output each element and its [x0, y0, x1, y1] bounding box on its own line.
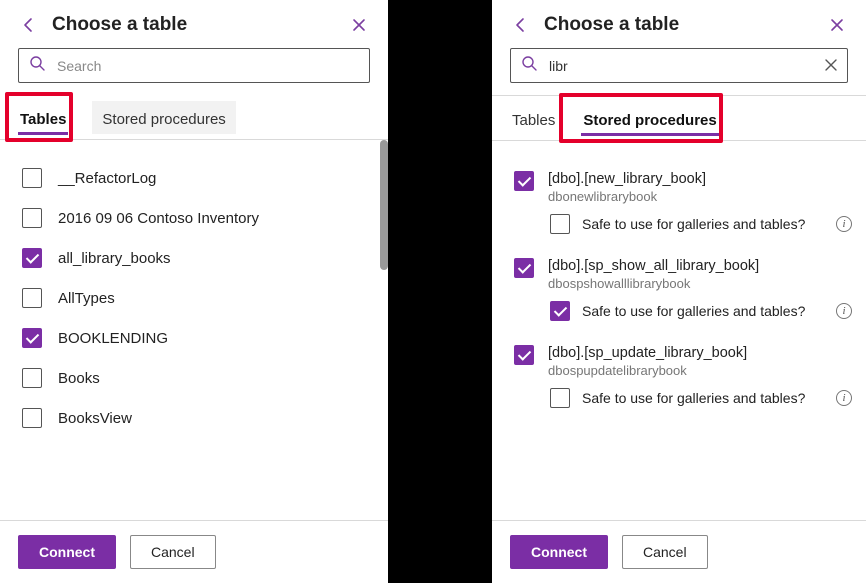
clear-search-icon[interactable]	[825, 58, 837, 74]
tab-tables[interactable]: Tables	[18, 101, 68, 134]
checkbox[interactable]	[22, 288, 42, 308]
safe-label: Safe to use for galleries and tables?	[582, 216, 824, 232]
procedure-name: [dbo].[sp_show_all_library_book]	[548, 258, 759, 274]
checkbox[interactable]	[22, 408, 42, 428]
checkbox[interactable]	[514, 258, 534, 278]
table-row[interactable]: Books	[18, 358, 378, 398]
close-button[interactable]	[348, 14, 370, 36]
table-label: BooksView	[58, 410, 132, 427]
procedure-subtext: dbospshowalllibrarybook	[548, 276, 759, 291]
connect-button[interactable]: Connect	[510, 535, 608, 569]
checkbox[interactable]	[22, 328, 42, 348]
safe-checkbox[interactable]	[550, 388, 570, 408]
info-icon[interactable]: i	[836, 303, 852, 319]
table-label: 2016 09 06 Contoso Inventory	[58, 210, 259, 227]
procedures-list: [dbo].[new_library_book] dbonewlibraryboo…	[492, 141, 866, 520]
back-button[interactable]	[510, 14, 532, 36]
tabs: Tables Stored procedures	[492, 96, 866, 140]
panel-right: Choose a table Tables Stored procedures …	[492, 0, 866, 583]
cancel-button[interactable]: Cancel	[130, 535, 216, 569]
checkbox[interactable]	[514, 345, 534, 365]
tabs: Tables Stored procedures	[0, 95, 388, 139]
procedure-item: [dbo].[sp_update_library_book] dbospupdat…	[510, 337, 856, 424]
search-box[interactable]	[18, 48, 370, 83]
close-button[interactable]	[826, 14, 848, 36]
procedure-header[interactable]: [dbo].[new_library_book] dbonewlibraryboo…	[510, 163, 856, 208]
back-button[interactable]	[18, 14, 40, 36]
tab-procedures[interactable]: Stored procedures	[581, 102, 718, 135]
connect-button[interactable]: Connect	[18, 535, 116, 569]
table-label: all_library_books	[58, 250, 171, 267]
checkbox[interactable]	[22, 248, 42, 268]
procedure-subtext: dbonewlibrarybook	[548, 189, 706, 204]
procedure-header[interactable]: [dbo].[sp_show_all_library_book] dbospsho…	[510, 250, 856, 295]
procedure-item: [dbo].[new_library_book] dbonewlibraryboo…	[510, 163, 856, 250]
procedure-name: [dbo].[sp_update_library_book]	[548, 345, 747, 361]
table-row[interactable]: AllTypes	[18, 278, 378, 318]
header: Choose a table	[492, 0, 866, 44]
scrollbar-thumb[interactable]	[380, 140, 388, 270]
footer: Connect Cancel	[492, 520, 866, 583]
search-input[interactable]	[547, 57, 815, 75]
panel-left: Choose a table Tables Stored procedures …	[0, 0, 388, 583]
checkbox[interactable]	[514, 171, 534, 191]
table-label: AllTypes	[58, 290, 115, 307]
checkbox[interactable]	[22, 208, 42, 228]
safe-checkbox[interactable]	[550, 301, 570, 321]
procedure-subtext: dbospupdatelibrarybook	[548, 363, 747, 378]
table-label: Books	[58, 370, 100, 387]
safe-label: Safe to use for galleries and tables?	[582, 303, 824, 319]
search-wrap	[0, 44, 388, 95]
search-icon	[29, 55, 45, 76]
info-icon[interactable]: i	[836, 216, 852, 232]
safe-row: Safe to use for galleries and tables? i	[510, 295, 856, 337]
checkbox[interactable]	[22, 168, 42, 188]
footer: Connect Cancel	[0, 520, 388, 583]
safe-checkbox[interactable]	[550, 214, 570, 234]
safe-row: Safe to use for galleries and tables? i	[510, 382, 856, 424]
table-label: __RefactorLog	[58, 170, 156, 187]
procedure-header[interactable]: [dbo].[sp_update_library_book] dbospupdat…	[510, 337, 856, 382]
safe-row: Safe to use for galleries and tables? i	[510, 208, 856, 250]
header: Choose a table	[0, 0, 388, 44]
info-icon[interactable]: i	[836, 390, 852, 406]
tab-procedures[interactable]: Stored procedures	[92, 101, 235, 134]
search-box[interactable]	[510, 48, 848, 83]
safe-label: Safe to use for galleries and tables?	[582, 390, 824, 406]
table-label: BOOKLENDING	[58, 330, 168, 347]
checkbox[interactable]	[22, 368, 42, 388]
procedure-name: [dbo].[new_library_book]	[548, 171, 706, 187]
procedure-item: [dbo].[sp_show_all_library_book] dbospsho…	[510, 250, 856, 337]
table-row[interactable]: __RefactorLog	[18, 158, 378, 198]
table-row[interactable]: 2016 09 06 Contoso Inventory	[18, 198, 378, 238]
table-row[interactable]: BooksView	[18, 398, 378, 438]
panel-title: Choose a table	[52, 14, 348, 36]
tables-list: __RefactorLog 2016 09 06 Contoso Inventor…	[0, 140, 388, 520]
search-wrap	[492, 44, 866, 95]
cancel-button[interactable]: Cancel	[622, 535, 708, 569]
table-row[interactable]: BOOKLENDING	[18, 318, 378, 358]
search-input[interactable]	[55, 57, 359, 75]
table-row[interactable]: all_library_books	[18, 238, 378, 278]
search-icon	[521, 55, 537, 76]
tab-tables[interactable]: Tables	[510, 102, 557, 135]
panel-title: Choose a table	[544, 14, 826, 36]
